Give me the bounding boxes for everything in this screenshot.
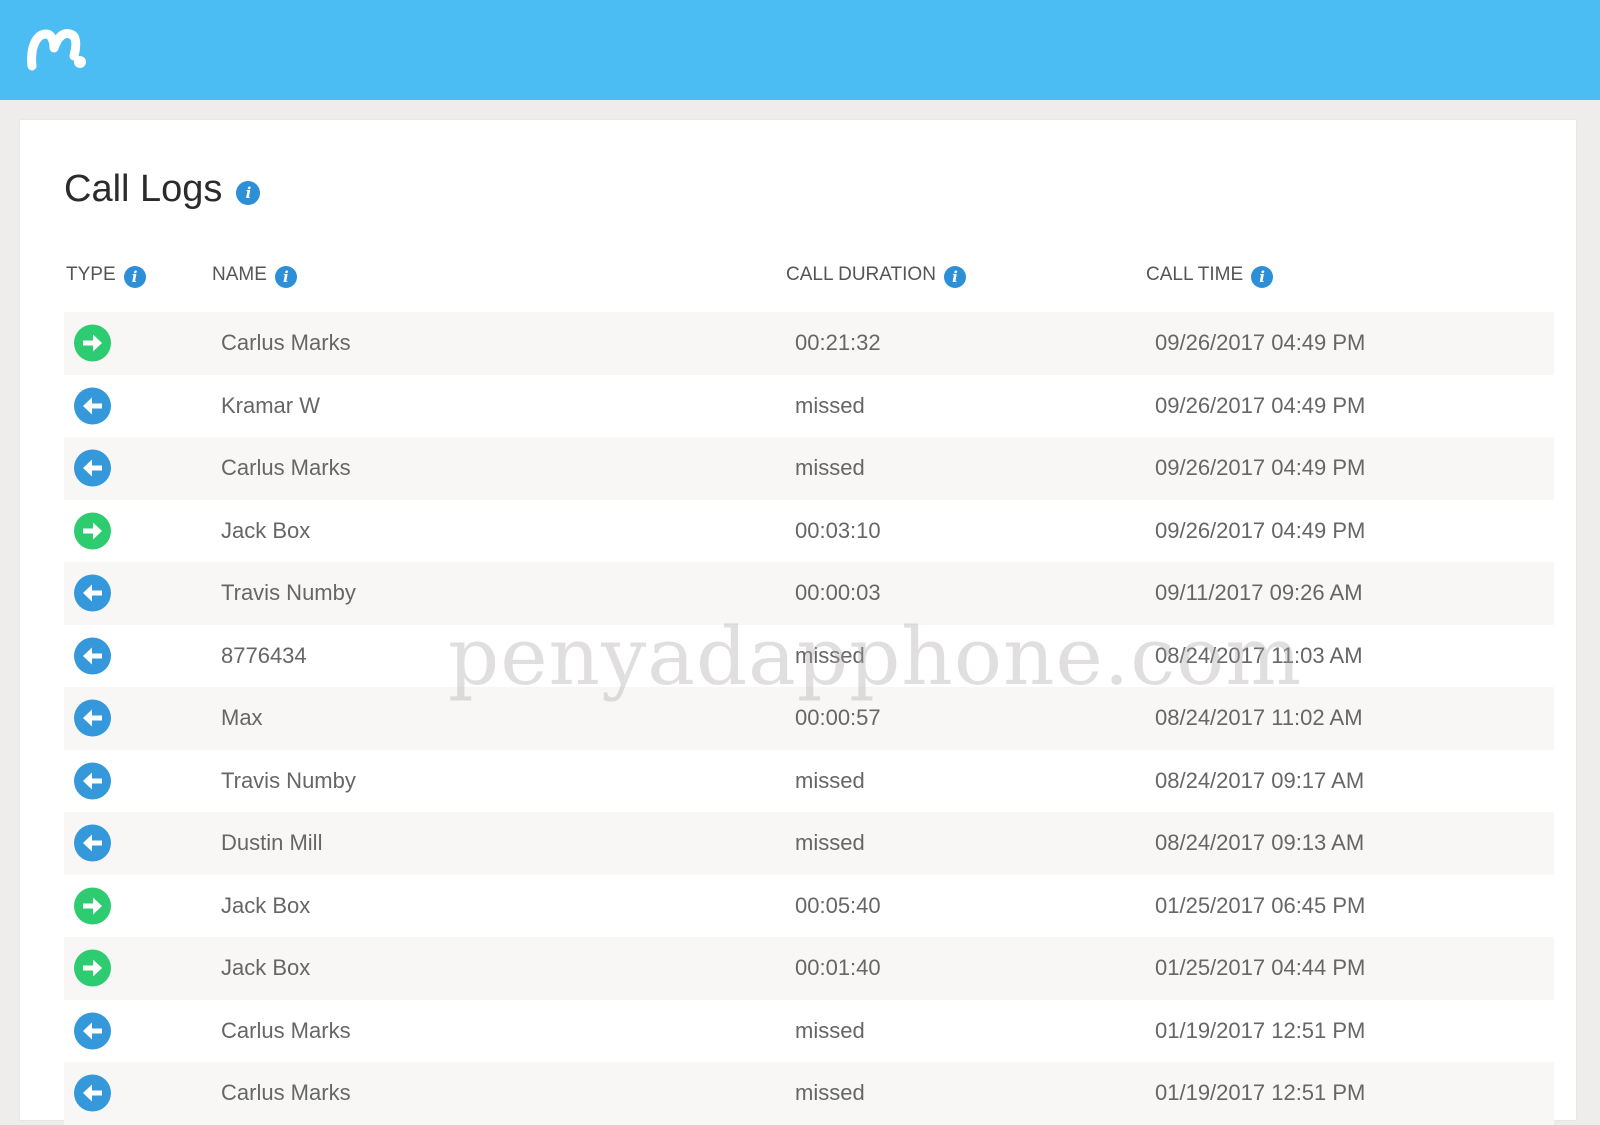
incoming-call-arrow-icon bbox=[74, 699, 111, 737]
call-duration: 00:21:32 bbox=[795, 330, 881, 356]
table-row[interactable]: Carlus Marks missed 09/26/2017 04:49 PM bbox=[64, 437, 1554, 500]
call-time: 01/25/2017 06:45 PM bbox=[1155, 892, 1366, 918]
call-duration: missed bbox=[795, 1080, 865, 1106]
call-duration: missed bbox=[795, 1017, 865, 1043]
contact-name: Max bbox=[221, 705, 263, 731]
info-icon[interactable]: i bbox=[1251, 266, 1274, 288]
contact-name: Jack Box bbox=[221, 892, 311, 918]
table-row[interactable]: Travis Numby missed 08/24/2017 09:17 AM bbox=[64, 750, 1554, 813]
table-row[interactable]: Jack Box 00:03:10 09/26/2017 04:49 PM bbox=[64, 500, 1554, 563]
call-time: 01/25/2017 04:44 PM bbox=[1155, 955, 1366, 981]
column-header-type: TYPE i bbox=[66, 262, 146, 288]
incoming-call-arrow-icon bbox=[74, 1012, 111, 1050]
call-time: 09/26/2017 04:49 PM bbox=[1155, 392, 1366, 418]
table-row[interactable]: Jack Box 00:01:40 01/25/2017 04:44 PM bbox=[64, 937, 1554, 1000]
call-duration: missed bbox=[795, 767, 865, 793]
outgoing-call-arrow-icon bbox=[74, 949, 111, 987]
call-duration: 00:01:40 bbox=[795, 955, 881, 981]
call-time: 01/19/2017 12:51 PM bbox=[1155, 1080, 1366, 1106]
incoming-call-arrow-icon bbox=[74, 762, 111, 800]
info-icon[interactable]: i bbox=[236, 180, 261, 205]
table-row[interactable]: Dustin Mill missed 08/24/2017 09:13 AM bbox=[64, 812, 1554, 875]
contact-name: Carlus Marks bbox=[221, 455, 351, 481]
top-bar bbox=[0, 0, 1600, 100]
call-logs-panel: Call Logs i TYPE i NAME i CALL DURATION … bbox=[20, 120, 1576, 1125]
outgoing-call-arrow-icon bbox=[74, 324, 111, 362]
call-time: 08/24/2017 11:03 AM bbox=[1155, 642, 1363, 668]
table-row[interactable]: Travis Numby 00:00:03 09/11/2017 09:26 AM bbox=[64, 562, 1554, 625]
column-header-name: NAME i bbox=[212, 262, 297, 288]
contact-name: Carlus Marks bbox=[221, 330, 351, 356]
incoming-call-arrow-icon bbox=[74, 449, 111, 487]
column-header-duration: CALL DURATION i bbox=[786, 262, 966, 288]
contact-name: Dustin Mill bbox=[221, 830, 323, 856]
call-duration: missed bbox=[795, 642, 865, 668]
call-duration: 00:00:03 bbox=[795, 580, 881, 606]
contact-name: Travis Numby bbox=[221, 767, 356, 793]
incoming-call-arrow-icon bbox=[74, 1074, 111, 1112]
call-time: 09/26/2017 04:49 PM bbox=[1155, 330, 1366, 356]
table-row[interactable]: Max 00:00:57 08/24/2017 11:02 AM bbox=[64, 687, 1554, 750]
outgoing-call-arrow-icon bbox=[74, 512, 111, 550]
call-duration: missed bbox=[795, 830, 865, 856]
incoming-call-arrow-icon bbox=[74, 387, 111, 425]
contact-name: Jack Box bbox=[221, 517, 311, 543]
info-icon[interactable]: i bbox=[943, 266, 966, 288]
incoming-call-arrow-icon bbox=[74, 574, 111, 612]
call-time: 08/24/2017 09:17 AM bbox=[1155, 767, 1365, 793]
incoming-call-arrow-icon bbox=[74, 637, 111, 675]
contact-name: Jack Box bbox=[221, 955, 311, 981]
outgoing-call-arrow-icon bbox=[74, 887, 111, 925]
table-row[interactable]: Jack Box 00:05:40 01/25/2017 06:45 PM bbox=[64, 875, 1554, 938]
contact-name: Carlus Marks bbox=[221, 1017, 351, 1043]
info-icon[interactable]: i bbox=[274, 266, 297, 288]
contact-name: 8776434 bbox=[221, 642, 307, 668]
call-time: 08/24/2017 11:02 AM bbox=[1155, 705, 1363, 731]
mspy-m-logo-icon[interactable] bbox=[26, 26, 88, 72]
contact-name: Carlus Marks bbox=[221, 1080, 351, 1106]
call-duration: missed bbox=[795, 392, 865, 418]
call-time: 09/11/2017 09:26 AM bbox=[1155, 580, 1363, 606]
call-duration: missed bbox=[795, 455, 865, 481]
table-row[interactable]: Carlus Marks missed 01/19/2017 12:51 PM bbox=[64, 1000, 1554, 1063]
table-header: TYPE i NAME i CALL DURATION i CALL TIME … bbox=[64, 262, 1554, 296]
column-header-time: CALL TIME i bbox=[1146, 262, 1274, 288]
call-log-table: Carlus Marks 00:21:32 09/26/2017 04:49 PM K… bbox=[64, 312, 1554, 1125]
contact-name: Travis Numby bbox=[221, 580, 356, 606]
call-time: 09/26/2017 04:49 PM bbox=[1155, 455, 1366, 481]
table-row[interactable]: 8776434 missed 08/24/2017 11:03 AM bbox=[64, 625, 1554, 688]
page-title-text: Call Logs bbox=[64, 168, 223, 210]
table-row[interactable]: Carlus Marks missed 01/19/2017 12:51 PM bbox=[64, 1062, 1554, 1125]
call-duration: 00:00:57 bbox=[795, 705, 881, 731]
call-time: 01/19/2017 12:51 PM bbox=[1155, 1017, 1366, 1043]
contact-name: Kramar W bbox=[221, 392, 320, 418]
call-time: 08/24/2017 09:13 AM bbox=[1155, 830, 1365, 856]
call-time: 09/26/2017 04:49 PM bbox=[1155, 517, 1366, 543]
call-duration: 00:03:10 bbox=[795, 517, 881, 543]
incoming-call-arrow-icon bbox=[74, 824, 111, 862]
table-row[interactable]: Carlus Marks 00:21:32 09/26/2017 04:49 PM bbox=[64, 312, 1554, 375]
info-icon[interactable]: i bbox=[123, 266, 146, 288]
call-duration: 00:05:40 bbox=[795, 892, 881, 918]
table-row[interactable]: Kramar W missed 09/26/2017 04:49 PM bbox=[64, 375, 1554, 438]
page-title: Call Logs i bbox=[64, 168, 261, 211]
